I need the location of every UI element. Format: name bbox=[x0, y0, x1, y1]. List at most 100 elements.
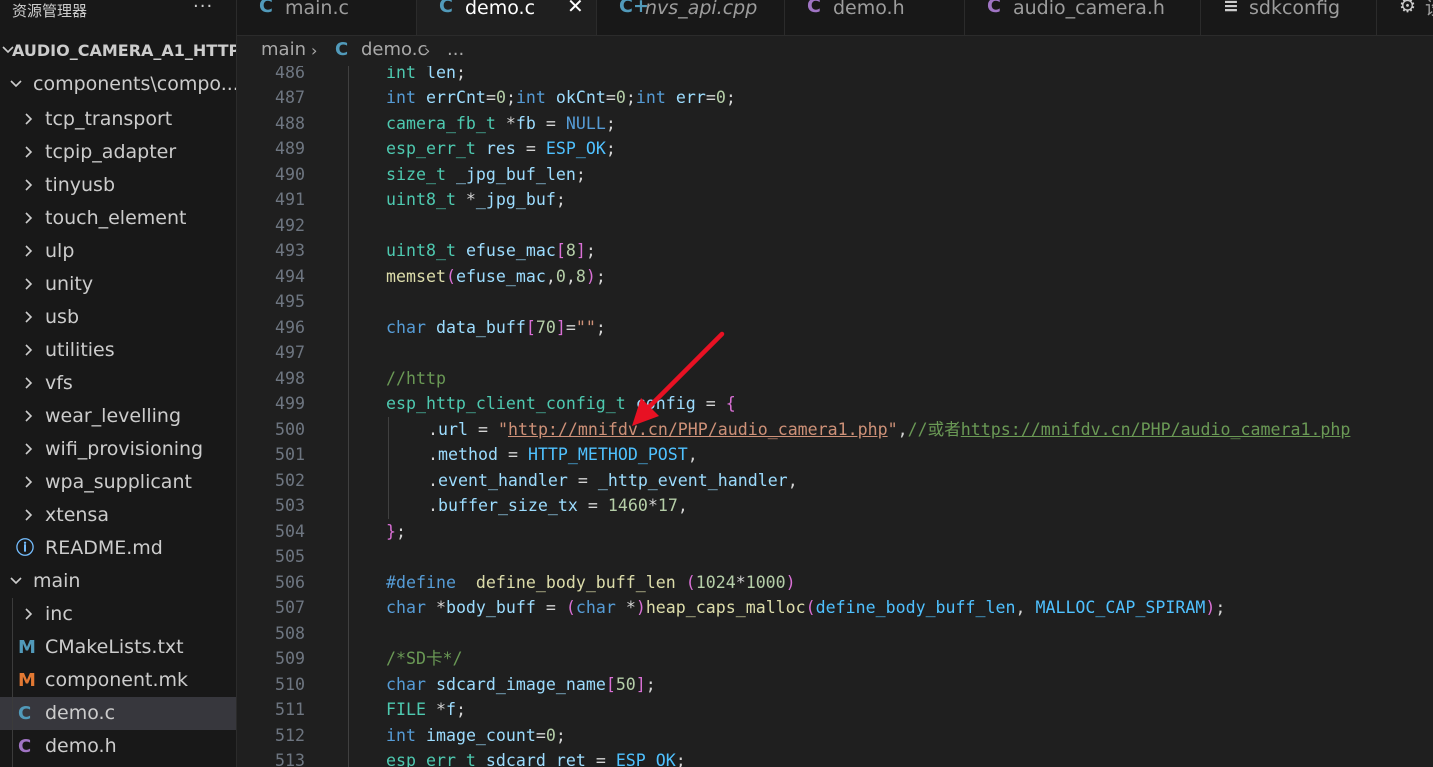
code-line[interactable]: 509 /*SD卡*/ bbox=[237, 646, 1433, 672]
code-token: HTTP_METHOD_POST bbox=[527, 445, 688, 464]
code-token: * bbox=[425, 598, 446, 617]
tree-item-tinyusb[interactable]: tinyusb bbox=[0, 169, 236, 202]
breadcrumb-file[interactable]: demo.c bbox=[361, 39, 427, 60]
tree-item-wifi-provisioning[interactable]: wifi_provisioning bbox=[0, 433, 236, 466]
code-token: ; bbox=[555, 725, 566, 745]
line-number: 502 bbox=[275, 470, 305, 490]
tree-item-vfs[interactable]: vfs bbox=[0, 367, 236, 400]
code-token: ] bbox=[635, 674, 646, 694]
code-token: sdcard_ret bbox=[485, 751, 586, 767]
code-line[interactable]: 501 .method = HTTP_METHOD_POST, bbox=[237, 442, 1433, 468]
code-line[interactable]: 496 char data_buff[70]=""; bbox=[237, 314, 1433, 340]
code-line[interactable]: 504}; bbox=[237, 518, 1433, 544]
tab-sdkconfig[interactable]: ≡ sdkconfig bbox=[1201, 0, 1377, 35]
tree-item-wpa-supplicant[interactable]: wpa_supplicant bbox=[0, 466, 236, 499]
tree-item-component-mk[interactable]: Mcomponent.mk bbox=[0, 664, 236, 697]
tree-item-wear-levelling[interactable]: wear_levelling bbox=[0, 400, 236, 433]
tab-demo-h[interactable]: Cdemo.h bbox=[785, 0, 965, 35]
code-text: char sdcard_image_name[50]; bbox=[386, 672, 656, 698]
components-folder[interactable]: components\compo... bbox=[0, 68, 236, 101]
code-token: ) bbox=[635, 598, 646, 617]
code-line[interactable]: 507 char *body_buff = (char *)heap_caps_m… bbox=[237, 595, 1433, 621]
indent-guide bbox=[348, 544, 349, 570]
indent-guide bbox=[348, 748, 349, 767]
breadcrumb-symbol[interactable]: ... bbox=[447, 39, 464, 60]
line-number: 499 bbox=[275, 394, 305, 413]
code-line[interactable]: 492 bbox=[237, 212, 1433, 238]
code-line[interactable]: 499 esp_http_client_config_t config = { bbox=[237, 391, 1433, 417]
tab-audio-camera-h[interactable]: Caudio_camera.h bbox=[965, 0, 1201, 35]
line-number: 498 bbox=[275, 368, 305, 388]
tab-label: nvs_api.cpp bbox=[645, 0, 758, 19]
code-line[interactable]: 502 .event_handler = _http_event_handler, bbox=[237, 467, 1433, 494]
code-line[interactable]: 487 int errCnt=0;int okCnt=0;int err=0; bbox=[237, 85, 1433, 111]
tree-item-readme-md[interactable]: ⓘ README.md bbox=[0, 532, 236, 565]
line-number: 511 bbox=[275, 700, 305, 719]
tree-item-tcpip-adapter[interactable]: tcpip_adapter bbox=[0, 136, 236, 169]
code-token: * bbox=[735, 572, 746, 592]
code-line[interactable]: 490 size_t _jpg_buf_len; bbox=[237, 161, 1433, 187]
code-line[interactable]: 486 int len; bbox=[237, 66, 1433, 85]
tree-item-inc[interactable]: inc bbox=[0, 598, 236, 631]
code-line[interactable]: 488 camera_fb_t *fb = NULL; bbox=[237, 110, 1433, 136]
code-line[interactable]: 510 char sdcard_image_name[50]; bbox=[237, 671, 1433, 698]
tree-item-touch-element[interactable]: touch_element bbox=[0, 202, 236, 235]
code-line[interactable]: 493 uint8_t efuse_mac[8]; bbox=[237, 238, 1433, 264]
tree-item-label: main bbox=[33, 570, 81, 592]
tree-item-unity[interactable]: unity bbox=[0, 268, 236, 301]
code-token: int bbox=[635, 88, 666, 107]
code-line[interactable]: 513 esp_err_t sdcard_ret = ESP_OK; bbox=[237, 748, 1433, 767]
tab--[interactable]: ⚙设 bbox=[1377, 0, 1433, 35]
code-token: ] bbox=[555, 317, 566, 337]
tree-item-usb[interactable]: usb bbox=[0, 301, 236, 334]
indent-guide bbox=[348, 340, 349, 366]
line-number: 500 bbox=[275, 419, 305, 439]
tab-demo-c[interactable]: Cdemo.c ✕ bbox=[417, 0, 597, 35]
code-token: ; bbox=[645, 674, 656, 694]
makefile-icon: M bbox=[18, 670, 36, 691]
code-line[interactable]: 494 memset(efuse_mac,0,8); bbox=[237, 263, 1433, 289]
tree-item-main[interactable]: main bbox=[0, 565, 236, 598]
line-number: 487 bbox=[275, 88, 305, 107]
line-number: 510 bbox=[275, 674, 305, 694]
close-icon[interactable]: ✕ bbox=[567, 0, 584, 16]
code-line[interactable]: 489 esp_err_t res = ESP_OK; bbox=[237, 136, 1433, 162]
tab-main-c[interactable]: Cmain.c bbox=[237, 0, 417, 35]
code-token: 50 bbox=[615, 674, 636, 694]
code-line[interactable]: 511 FILE *f; bbox=[237, 697, 1433, 723]
tree-item-cmakelists-txt[interactable]: M CMakeLists.txt bbox=[0, 631, 236, 664]
code-line[interactable]: 495 bbox=[237, 289, 1433, 315]
root-folder[interactable]: AUDIO_CAMERA_A1_HTTP... bbox=[0, 34, 236, 67]
more-actions-icon[interactable]: ··· bbox=[193, 0, 213, 17]
tree-item-ulp[interactable]: ulp bbox=[0, 235, 236, 268]
info-icon: ⓘ bbox=[16, 538, 34, 559]
tree-item-tcp-transport[interactable]: tcp_transport bbox=[0, 103, 236, 136]
code-line[interactable]: 508 bbox=[237, 620, 1433, 646]
code-token: " bbox=[497, 419, 508, 439]
code-text: .event_handler = _http_event_handler, bbox=[428, 468, 798, 494]
tree-item-utilities[interactable]: utilities bbox=[0, 334, 236, 367]
code-token: int bbox=[386, 66, 416, 82]
code-token: /*SD卡*/ bbox=[386, 649, 463, 668]
tree-item-demo-h[interactable]: Cdemo.h bbox=[0, 730, 236, 763]
code-line[interactable]: 506 #define define_body_buff_len (1024*10… bbox=[237, 569, 1433, 595]
code-line[interactable]: 498 //http bbox=[237, 365, 1433, 391]
tree-item-demo-c[interactable]: Cdemo.c bbox=[0, 697, 236, 730]
tab-nvs-api-cpp[interactable]: C+ nvs_api.cpp bbox=[597, 0, 785, 35]
code-token: heap_caps_malloc bbox=[645, 598, 806, 617]
code-line[interactable]: 503 .buffer_size_tx = 1460*17, bbox=[237, 493, 1433, 519]
code-line[interactable]: 505 bbox=[237, 544, 1433, 570]
code-token: ; bbox=[605, 113, 616, 133]
code-token: ; bbox=[396, 521, 406, 541]
code-line[interactable]: 497 bbox=[237, 340, 1433, 366]
code-token: ; bbox=[1215, 598, 1226, 617]
code-line[interactable]: 491 uint8_t *_jpg_buf; bbox=[237, 187, 1433, 213]
code-editor[interactable]: 486 int len; 487 int errCnt=0;int okCnt=0;i… bbox=[237, 66, 1433, 767]
code-line[interactable]: 500 .url = "http://mnifdv.cn/PHP/audio_ca… bbox=[237, 416, 1433, 442]
breadcrumb-folder[interactable]: main bbox=[261, 39, 306, 60]
tree-item-xtensa[interactable]: xtensa bbox=[0, 499, 236, 532]
code-line[interactable]: 512 int image_count=0; bbox=[237, 722, 1433, 748]
code-token: sdcard_image_name bbox=[435, 674, 606, 694]
